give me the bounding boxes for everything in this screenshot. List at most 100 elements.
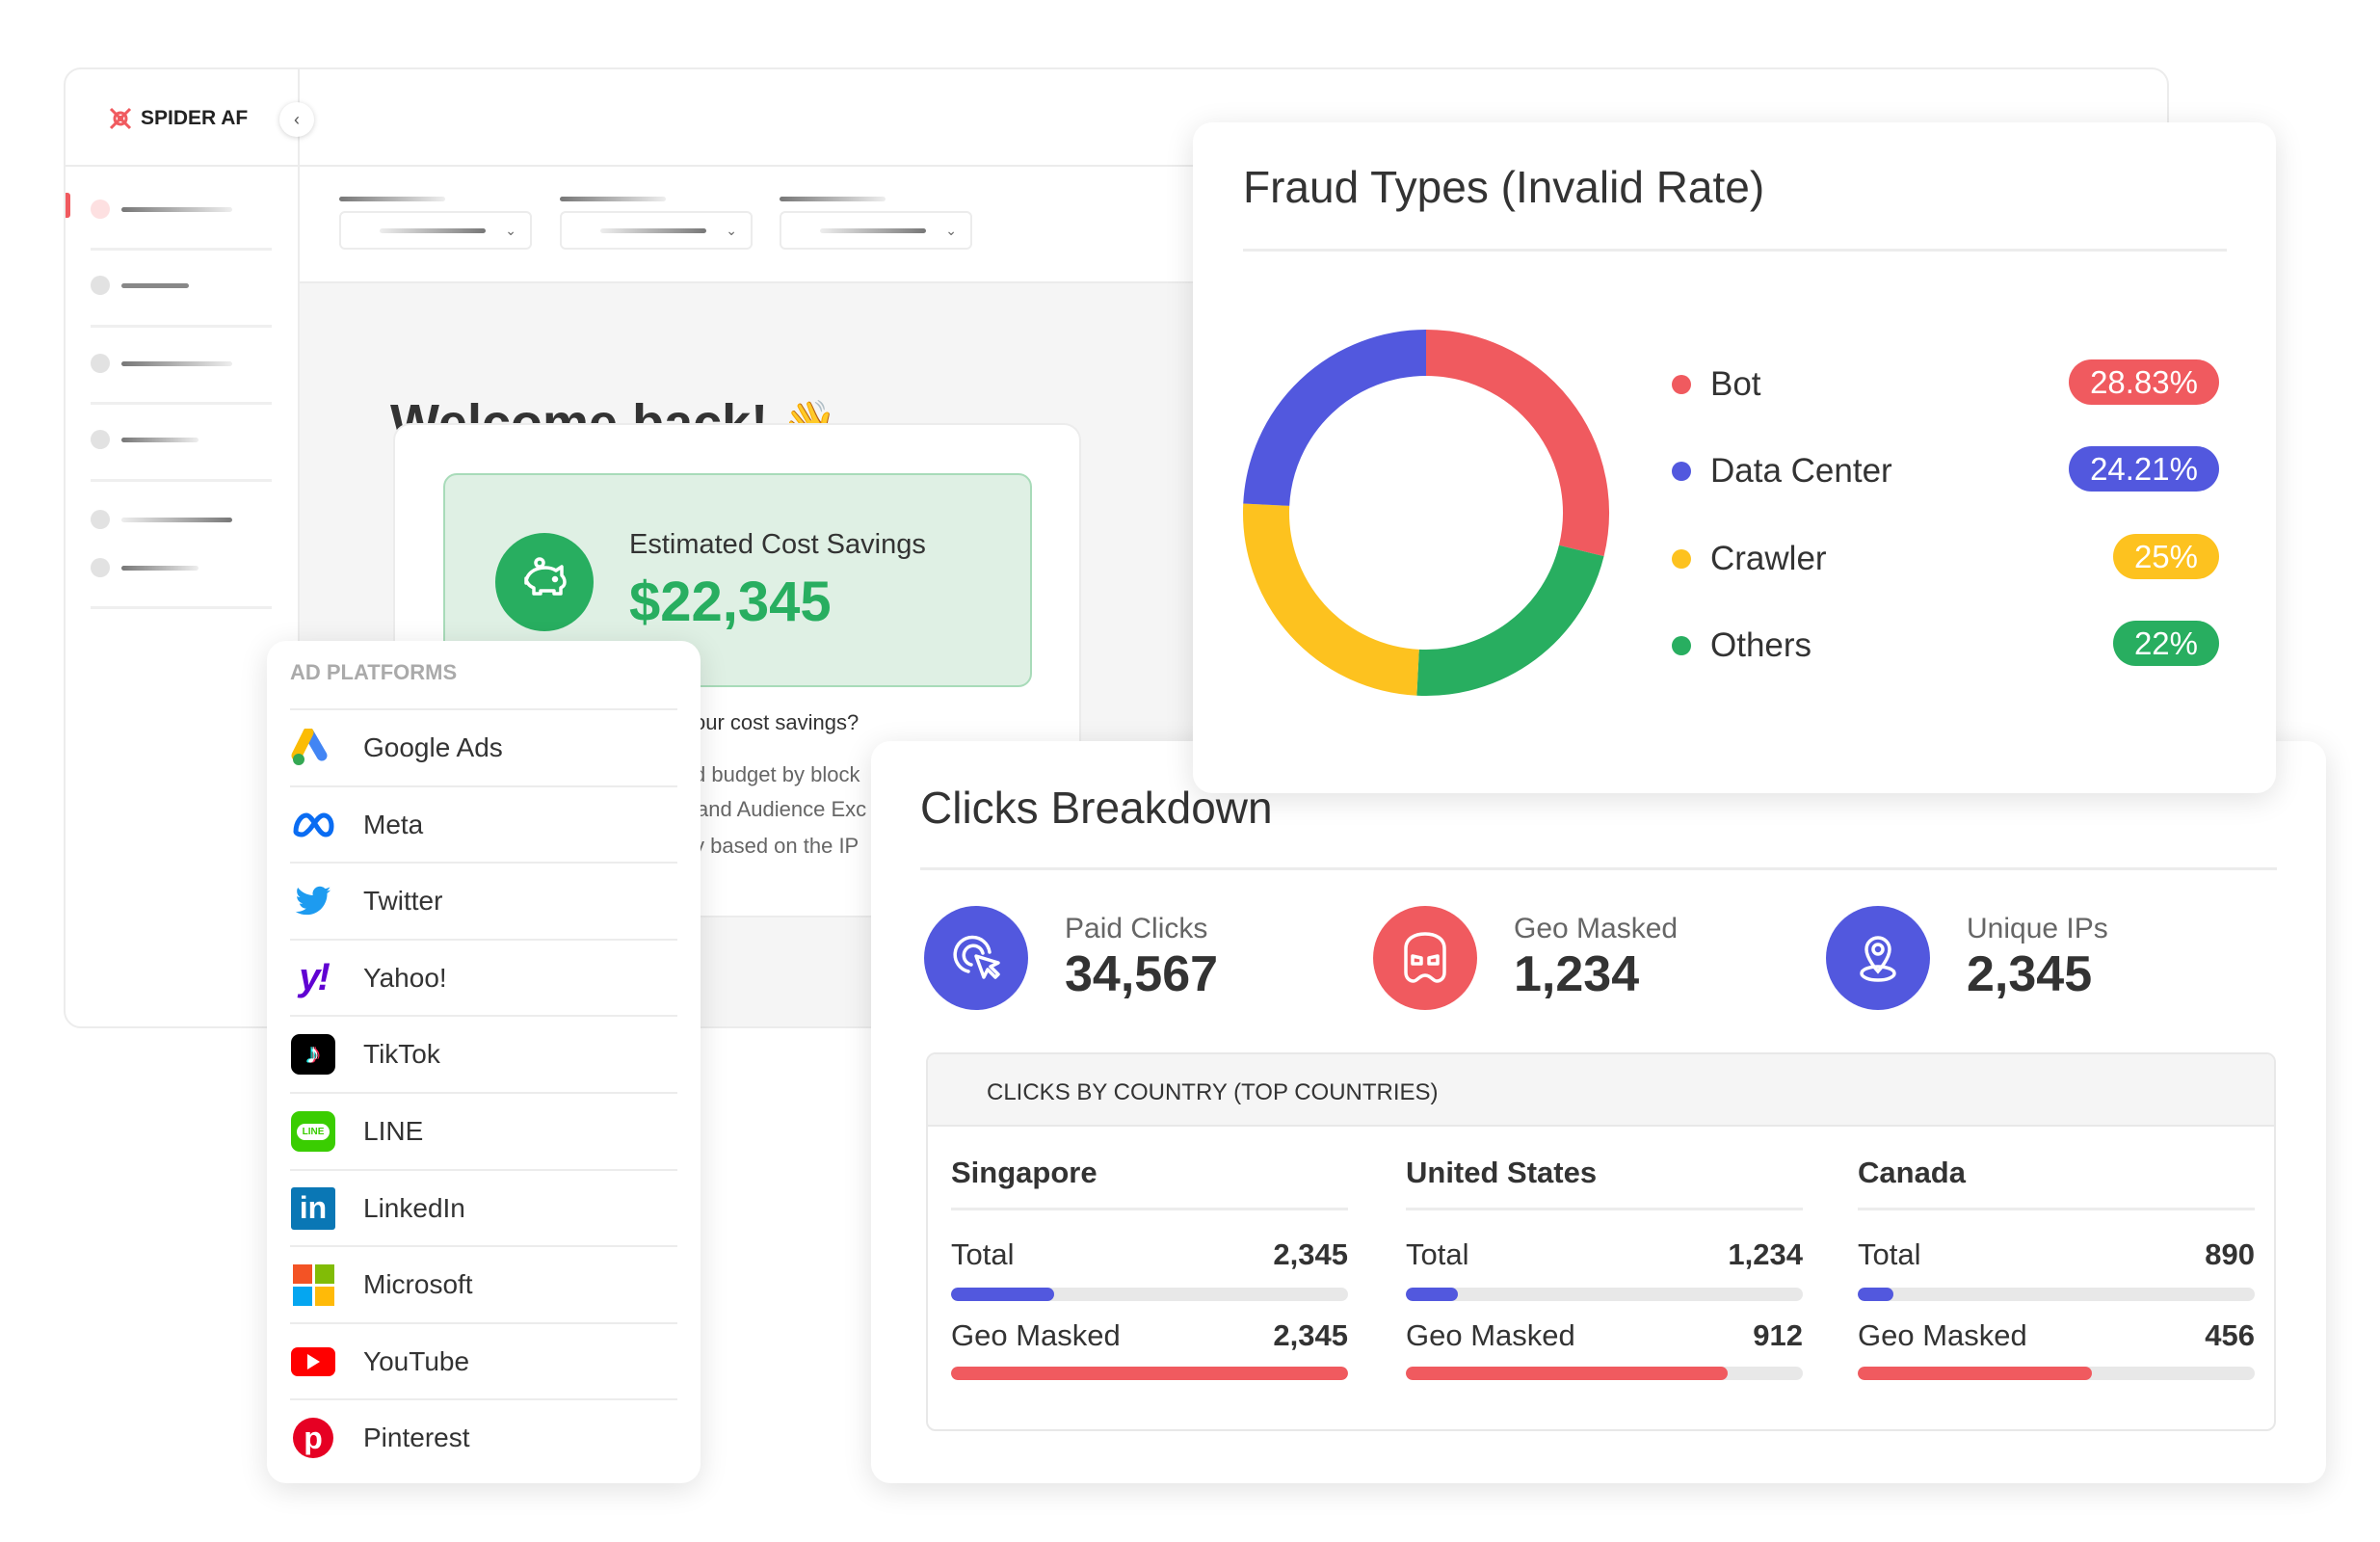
country-name: United States [1406,1156,1598,1189]
legend-label: Others [1710,626,1812,664]
google-ads-icon [290,725,336,771]
country-header: CLICKS BY COUNTRY (TOP COUNTRIES) [987,1079,1439,1105]
fraud-title: Fraud Types (Invalid Rate) [1243,162,1765,212]
linkedin-icon: in [290,1185,336,1232]
geo-masked-value: 912 [1753,1318,1803,1352]
donut-slice-bot[interactable] [1425,330,1609,557]
platform-item-linkedin[interactable]: in LinkedIn [290,1168,677,1246]
platform-item-youtube[interactable]: YouTube [290,1321,677,1399]
platform-label: YouTube [363,1345,470,1376]
chevron-left-icon: ‹ [294,109,300,129]
geo-masked-label: Geo Masked [951,1318,1121,1352]
filter-select[interactable]: ⌄ [339,211,532,250]
piggy-bank-icon [495,533,594,631]
sidebar-item[interactable] [91,276,189,295]
country-canada: Canada Total 890 Geo Masked 456 [1858,1156,2255,1380]
clicks-by-country-box: CLICKS BY COUNTRY (TOP COUNTRIES) Singap… [926,1052,2276,1431]
geo-masked-row: Geo Masked 912 [1406,1318,1803,1353]
divider [91,248,272,251]
logo[interactable]: SPIDER AF [108,106,248,131]
legend-item: Crawler [1672,540,1827,578]
platform-item-line[interactable]: LINE LINE [290,1092,677,1169]
pinterest-icon: p [290,1415,336,1461]
fraud-types-card: Fraud Types (Invalid Rate) Bot 28.83% Data… [1193,122,2276,793]
rate-badge: 25% [2112,534,2219,579]
platform-item-yahoo[interactable]: y! Yahoo! [290,938,677,1016]
divider [91,479,272,482]
legend-label: Data Center [1710,452,1892,490]
sidebar-item[interactable] [91,558,198,577]
platform-label: Meta [363,809,424,839]
chevron-down-icon: ⌄ [945,222,957,238]
country-header-band: CLICKS BY COUNTRY (TOP COUNTRIES) [928,1054,2274,1127]
platform-item-pinterest[interactable]: p Pinterest [290,1398,677,1476]
platform-item-googleads[interactable]: Google Ads [290,708,677,785]
platform-item-twitter[interactable]: Twitter [290,862,677,939]
chevron-down-icon: ⌄ [505,222,516,238]
divider [1858,1208,2255,1210]
stat-label: Paid Clicks [1065,913,1208,944]
platform-item-meta[interactable]: Meta [290,784,677,863]
ad-platforms-panel: AD PLATFORMS Google Ads Meta Twitter y! Yaho… [267,641,701,1483]
total-bar-fill [1406,1288,1458,1301]
geo-masked-bar-fill [951,1367,1348,1380]
divider [951,1208,1348,1210]
twitter-icon [290,878,336,924]
savings-value: $22,345 [629,571,832,633]
platform-label: Twitter [363,886,443,917]
youtube-icon [290,1339,336,1385]
platform-label: Google Ads [363,732,503,762]
filter-label [780,197,886,201]
chevron-down-icon: ⌄ [726,222,737,238]
geo-masked-label: Geo Masked [1858,1318,2027,1352]
divider [91,606,272,609]
stat-label: Geo Masked [1514,913,1679,944]
savings-question: our cost savings? [694,710,859,734]
filter-label [560,197,666,201]
country-name: Canada [1858,1156,1966,1189]
stat-value: 1,234 [1514,946,1640,1002]
divider [91,325,272,328]
savings-label: Estimated Cost Savings [629,529,926,560]
fraud-donut-chart [1243,330,1609,696]
geo-masked-bar [951,1367,1348,1380]
total-value: 1,234 [1728,1237,1803,1271]
rate-badge: 24.21% [2069,446,2219,492]
total-bar-fill [1858,1288,1894,1301]
collapse-sidebar-button[interactable]: ‹ [279,102,314,137]
platform-label: Pinterest [363,1422,470,1453]
active-indicator [66,193,70,218]
rate-badge: 28.83% [2069,359,2219,405]
mask-icon [1373,906,1477,1010]
line-icon: LINE [290,1108,336,1155]
divider [1243,249,2227,252]
filter-select[interactable]: ⌄ [560,211,753,250]
info-line: y based on the IP [694,834,859,858]
total-label: Total [1406,1237,1469,1271]
sidebar-item[interactable] [91,510,232,529]
geo-masked-row: Geo Masked 2,345 [951,1318,1348,1353]
sidebar-item[interactable] [91,354,232,373]
donut-slice-crawler[interactable] [1243,503,1420,696]
country-name: Singapore [951,1156,1097,1189]
platform-item-microsoft[interactable]: Microsoft [290,1245,677,1322]
legend-item: Others [1672,626,1811,665]
total-value: 890 [2205,1237,2255,1271]
geo-masked-value: 456 [2205,1318,2255,1352]
platform-item-tiktok[interactable]: ♪ TikTok [290,1015,677,1092]
total-row: Total 2,345 [951,1237,1348,1272]
filter-select[interactable]: ⌄ [780,211,972,250]
legend-dot [1672,462,1691,481]
ad-platforms-header: AD PLATFORMS [290,660,458,684]
location-pin-icon [1826,906,1930,1010]
legend-dot [1672,375,1691,394]
sidebar-item[interactable] [91,430,198,449]
geo-masked-row: Geo Masked 456 [1858,1318,2255,1353]
donut-slice-others[interactable] [1416,545,1604,696]
platform-label: TikTok [363,1039,440,1070]
country-singapore: Singapore Total 2,345 Geo Masked 2,345 [951,1156,1348,1380]
stat-label: Unique IPs [1967,913,2108,944]
donut-slice-data-center[interactable] [1243,330,1427,507]
spider-logo-icon [109,107,132,130]
sidebar-item[interactable] [91,199,232,219]
